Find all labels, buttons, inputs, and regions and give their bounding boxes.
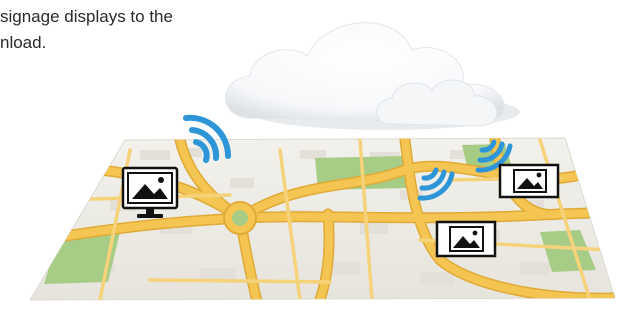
network-map-illustration [29,22,616,301]
signage-display-icon [435,220,497,258]
cloud-icon [225,22,520,130]
roundabout [223,201,257,235]
signage-display-icon [498,163,560,199]
city-map [29,137,616,301]
